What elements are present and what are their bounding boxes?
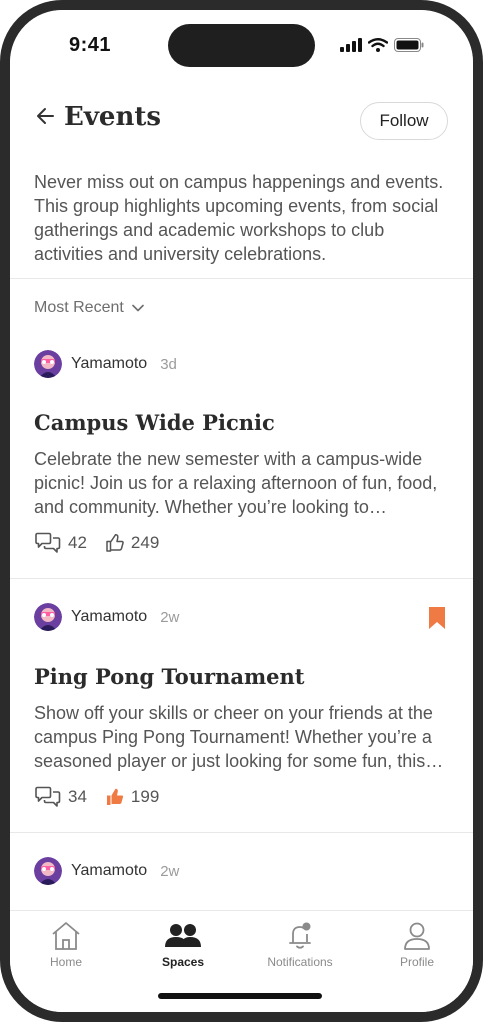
back-arrow-icon[interactable]: [34, 104, 58, 128]
avatar: [34, 857, 62, 885]
post-author-row: Yamamoto 2w: [34, 857, 179, 885]
comments-button[interactable]: 34: [34, 786, 87, 808]
comment-icon: [35, 786, 61, 807]
author-name[interactable]: Yamamoto: [71, 355, 147, 373]
post-author-row: Yamamoto 3d: [34, 350, 177, 378]
like-count: 249: [130, 533, 160, 552]
status-icons: [340, 38, 424, 52]
battery-icon: [394, 38, 424, 52]
tab-label: Home: [49, 955, 82, 969]
tab-spaces[interactable]: Spaces: [133, 921, 233, 969]
person-icon: [404, 922, 430, 950]
avatar: [34, 350, 62, 378]
dynamic-island: [168, 24, 315, 67]
bookmark-filled-icon[interactable]: [428, 606, 446, 630]
divider: [10, 832, 473, 833]
like-button[interactable]: 199: [105, 787, 159, 807]
tab-label: Profile: [399, 955, 434, 969]
comments-button[interactable]: 42: [34, 532, 87, 554]
divider: [10, 278, 473, 279]
thumbs-up-icon: [106, 534, 124, 552]
post-stats: 42 249: [34, 532, 177, 554]
post-age: 3d: [160, 355, 177, 373]
tab-label: Spaces: [161, 955, 205, 969]
comment-count: 42: [68, 533, 87, 552]
sort-dropdown[interactable]: Most Recent: [34, 299, 144, 317]
wifi-icon: [368, 38, 388, 52]
tab-label: Notifications: [267, 955, 333, 969]
avatar: [34, 603, 62, 631]
screen: 9:41 Events Follow Never miss out on cam…: [10, 10, 473, 1012]
signal-icon: [340, 38, 362, 52]
author-name[interactable]: Yamamoto: [71, 608, 147, 626]
like-button[interactable]: 249: [105, 533, 159, 553]
post-title[interactable]: Campus Wide Picnic: [34, 410, 275, 435]
post-age: 2w: [160, 862, 180, 880]
post-body: Celebrate the new semester with a campus…: [34, 449, 438, 517]
chevron-down-icon: [132, 304, 144, 312]
home-indicator[interactable]: [158, 993, 322, 999]
tab-notifications[interactable]: Notifications: [250, 921, 350, 969]
phone-frame: 9:41 Events Follow Never miss out on cam…: [0, 0, 483, 1022]
comment-count: 34: [68, 787, 87, 806]
page-title: Events: [64, 102, 162, 132]
divider: [10, 578, 473, 579]
post-age: 2w: [160, 608, 180, 626]
bell-icon: [289, 922, 311, 949]
post-author-row: Yamamoto 2w: [34, 603, 179, 631]
tab-profile[interactable]: Profile: [367, 921, 467, 969]
people-icon: [165, 924, 201, 947]
tab-home[interactable]: Home: [16, 921, 116, 969]
comment-icon: [35, 532, 61, 553]
group-description: Never miss out on campus happenings and …: [34, 172, 444, 264]
post-body: Show off your skills or cheer on your fr…: [34, 703, 444, 771]
like-count: 199: [130, 787, 160, 806]
page-header: Events Follow: [10, 88, 473, 148]
post-title[interactable]: Ping Pong Tournament: [34, 664, 305, 689]
status-bar: 9:41: [10, 10, 473, 70]
home-icon: [52, 922, 80, 950]
follow-button[interactable]: Follow: [360, 102, 448, 140]
author-name[interactable]: Yamamoto: [71, 862, 147, 880]
thumbs-up-filled-icon: [106, 788, 123, 805]
post-stats: 34 199: [34, 786, 177, 808]
status-time: 9:41: [69, 34, 112, 56]
sort-label: Most Recent: [34, 299, 124, 316]
